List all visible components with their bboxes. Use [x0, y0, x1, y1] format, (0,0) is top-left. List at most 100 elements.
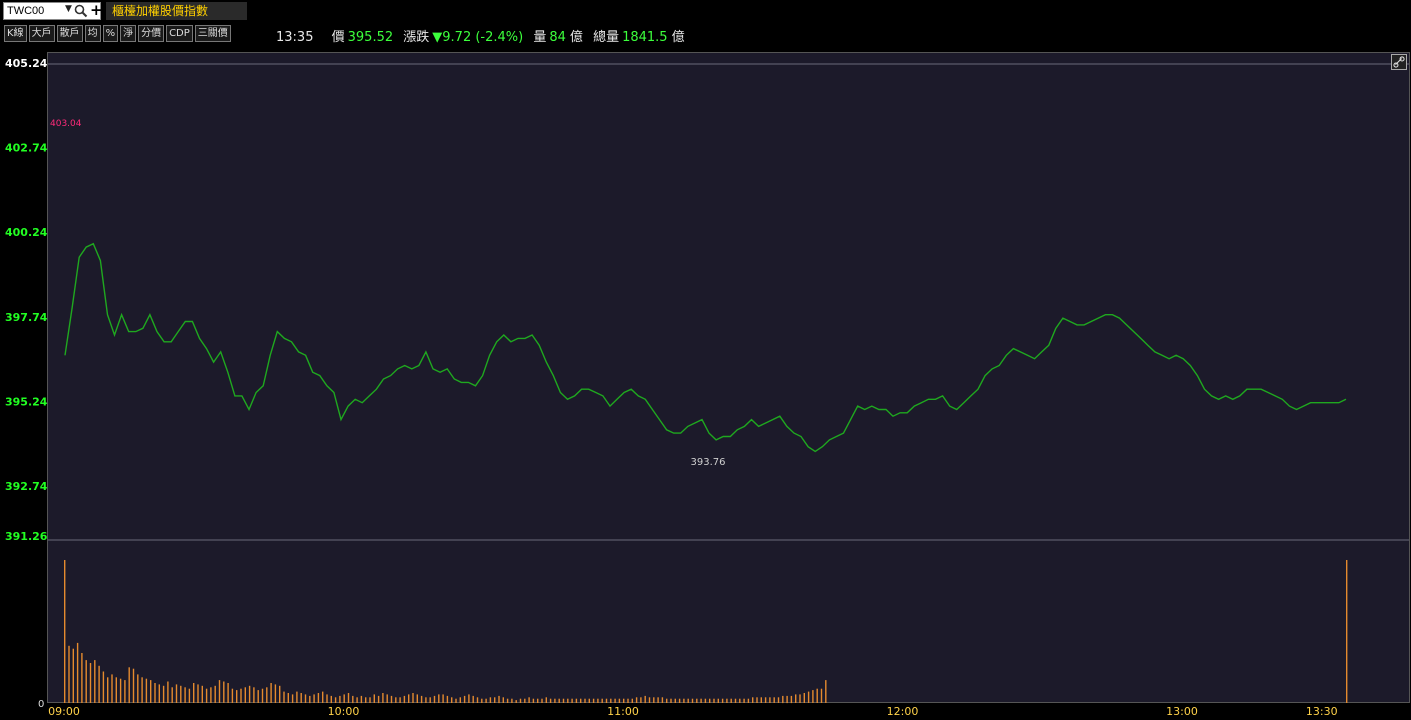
volume-bar — [657, 697, 659, 703]
volume-bar — [567, 698, 569, 703]
volume-bar — [782, 695, 784, 704]
volume-bar — [661, 697, 664, 703]
volume-bar — [339, 695, 341, 704]
volume-bar — [777, 697, 780, 703]
volume-bar — [244, 687, 246, 703]
volume-bar — [197, 684, 199, 703]
volume-bar — [137, 674, 139, 703]
volume-bar — [747, 698, 750, 703]
volume-bar — [115, 677, 117, 703]
volume-bar — [799, 694, 801, 703]
volume-bar — [644, 695, 646, 704]
volume-bar — [283, 691, 285, 703]
volume-bar — [476, 697, 479, 703]
volume-bar — [730, 698, 732, 703]
volume-bar — [227, 683, 229, 703]
volume-bar — [347, 693, 350, 703]
volume-bar — [592, 698, 595, 703]
volume-bar — [764, 697, 767, 703]
volume-bar — [489, 697, 492, 703]
volume-bar — [580, 698, 582, 703]
volume-bar — [317, 693, 320, 703]
volume-bar — [825, 680, 827, 703]
volume-bar — [180, 685, 182, 703]
volume-bar — [111, 674, 113, 703]
y-tick-label: 395.24 — [5, 395, 48, 408]
volume-bar — [369, 697, 371, 703]
x-tick-label: 10:00 — [328, 705, 360, 718]
volume-bar — [605, 698, 608, 703]
volume-bar — [752, 697, 754, 703]
volume-bar — [635, 697, 638, 703]
volume-bar — [618, 698, 621, 703]
volume-bar — [412, 693, 414, 703]
volume-bar — [403, 695, 406, 704]
volume-bar — [760, 697, 762, 703]
volume-bar — [575, 698, 578, 703]
x-tick-label: 13:30 — [1306, 705, 1338, 718]
volume-bar — [816, 688, 818, 703]
volume-bar — [515, 700, 517, 703]
volume-bar — [683, 698, 685, 703]
volume-bar — [94, 660, 96, 703]
volume-bar — [343, 694, 345, 703]
volume-bar — [713, 698, 715, 703]
volume-bar — [158, 684, 160, 703]
volume-bar — [326, 694, 328, 703]
volume-bar — [119, 678, 122, 703]
volume-bar — [395, 697, 397, 703]
volume-bar — [786, 695, 788, 704]
link-icon[interactable] — [1391, 54, 1407, 70]
volume-bar — [72, 648, 74, 703]
volume-bar — [291, 694, 294, 703]
volume-bar — [524, 698, 526, 703]
y-tick-label: 405.24 — [5, 57, 48, 70]
y-tick-label: 400.24 — [5, 226, 48, 239]
volume-bar — [210, 687, 212, 703]
volume-bar — [451, 697, 453, 703]
volume-bar — [377, 695, 380, 704]
volume-bar — [588, 698, 590, 703]
volume-bar — [704, 698, 707, 703]
volume-bar — [64, 560, 66, 703]
volume-bar — [455, 698, 457, 703]
volume-bar — [687, 698, 689, 703]
volume-bar — [408, 694, 410, 703]
x-tick-label: 11:00 — [607, 705, 639, 718]
volume-bar — [627, 698, 629, 703]
x-tick-label: 12:00 — [887, 705, 919, 718]
volume-bar — [132, 668, 135, 703]
volume-bar — [382, 693, 384, 703]
volume-bar — [171, 687, 173, 703]
volume-bar — [433, 695, 436, 704]
volume-bar — [614, 698, 616, 703]
volume-bar — [68, 645, 70, 703]
volume-bar — [795, 694, 797, 703]
volume-bar — [494, 697, 496, 703]
volume-bar — [691, 698, 694, 703]
volume-bar — [248, 685, 251, 703]
volume-bar — [81, 653, 83, 703]
volume-bar — [420, 695, 423, 704]
volume-bar — [562, 698, 565, 703]
volume-bar — [717, 698, 719, 703]
volume-bar — [334, 697, 337, 703]
volume-bar — [549, 698, 552, 703]
y-tick-label: 391.26 — [5, 530, 48, 543]
volume-bar — [175, 684, 178, 703]
volume-bar — [145, 678, 148, 703]
volume-bar — [356, 697, 358, 703]
volume-bar — [154, 683, 156, 703]
volume-bar — [304, 694, 307, 703]
volume-bar — [571, 698, 573, 703]
volume-bar — [330, 695, 332, 704]
volume-bar — [584, 698, 586, 703]
x-tick-label: 09:00 — [48, 705, 80, 718]
volume-bar — [438, 694, 440, 703]
price-line — [64, 242, 1347, 453]
volume-bar — [365, 697, 367, 703]
volume-bar — [214, 685, 216, 703]
volume-bar — [545, 697, 547, 703]
volume-bar — [743, 698, 745, 703]
volume-bar — [1346, 560, 1348, 703]
